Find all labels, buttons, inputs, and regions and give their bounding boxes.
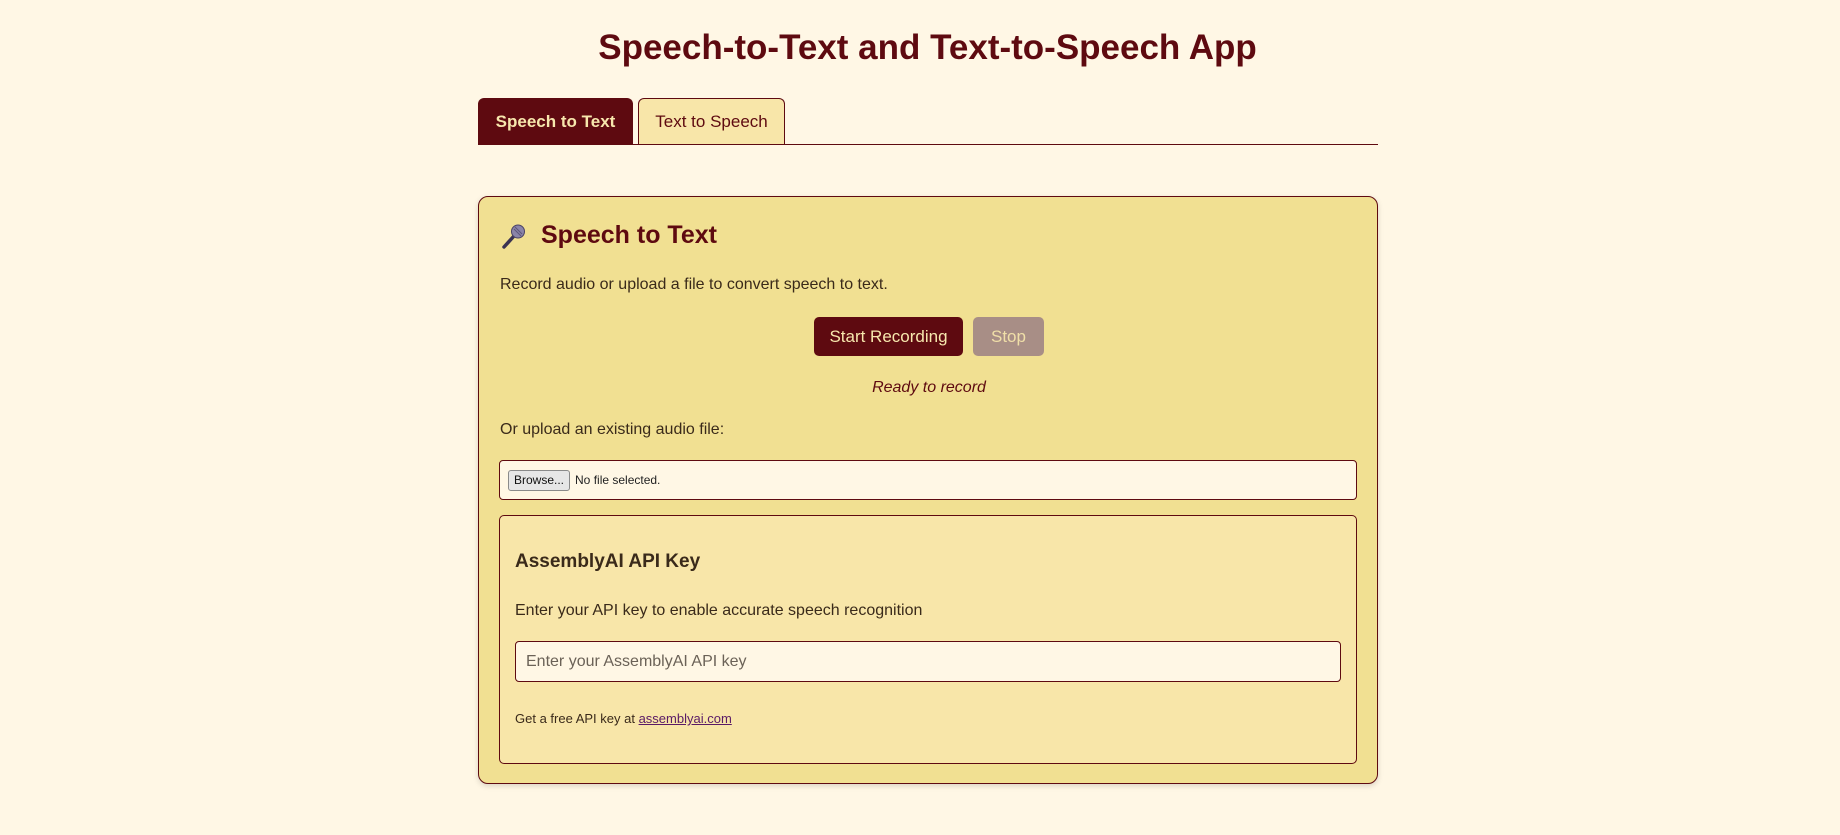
api-key-title: AssemblyAI API Key <box>515 551 701 572</box>
microphone-icon <box>501 223 527 249</box>
audio-file-input[interactable]: Browse... No file selected. <box>499 460 1357 500</box>
tab-text-to-speech[interactable]: Text to Speech <box>638 98 785 144</box>
start-recording-button[interactable]: Start Recording <box>814 317 963 356</box>
api-key-input[interactable] <box>515 641 1341 682</box>
panel-description: Record audio or upload a file to convert… <box>500 276 888 293</box>
stop-button[interactable]: Stop <box>973 317 1044 356</box>
panel-heading: Speech to Text <box>501 221 717 250</box>
api-key-description: Enter your API key to enable accurate sp… <box>515 602 923 619</box>
upload-label: Or upload an existing audio file: <box>500 421 725 438</box>
tab-bar: Speech to Text Text to Speech <box>478 98 1378 145</box>
file-status: No file selected. <box>575 473 661 487</box>
api-key-note-text: Get a free API key at <box>515 711 635 726</box>
api-key-section: AssemblyAI API Key Enter your API key to… <box>499 515 1357 764</box>
speech-to-text-panel: Speech to Text Record audio or upload a … <box>478 196 1378 784</box>
api-key-note: Get a free API key at assemblyai.com <box>515 711 732 726</box>
app-title: Speech-to-Text and Text-to-Speech App <box>598 28 1257 67</box>
tab-speech-to-text[interactable]: Speech to Text <box>478 98 633 144</box>
recording-status: Ready to record <box>872 379 986 396</box>
assemblyai-link[interactable]: assemblyai.com <box>639 711 732 726</box>
browse-button[interactable]: Browse... <box>508 469 571 491</box>
panel-heading-text: Speech to Text <box>541 221 717 249</box>
